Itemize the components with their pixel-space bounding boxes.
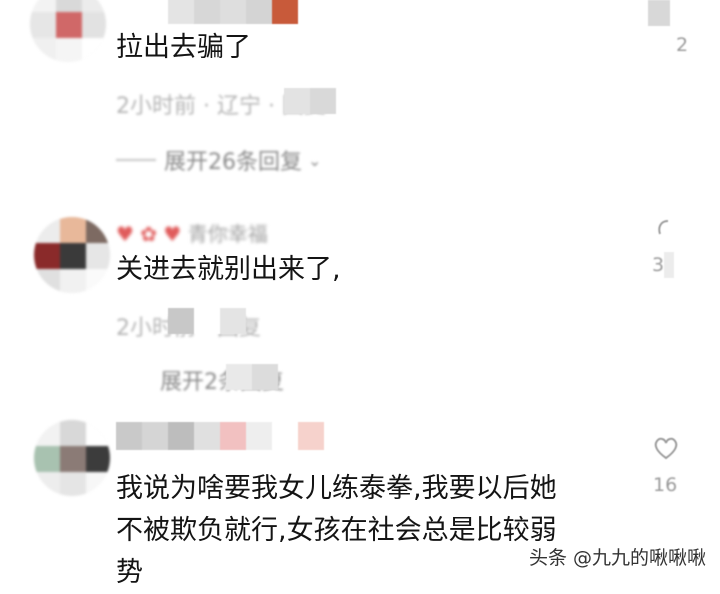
like-count: 16	[653, 474, 678, 496]
nickname-mosaic[interactable]	[168, 0, 298, 24]
expand-mosaic	[226, 364, 278, 390]
avatar[interactable]	[30, 0, 106, 62]
comment-item: ♥ ✿ ♥ 青你幸福 关进去就别出来了, 2小时前 · 回复 展开2条回复 3	[0, 212, 720, 412]
chevron-down-icon: ⌄	[308, 150, 322, 170]
meta-mosaic	[168, 308, 246, 334]
divider-line	[116, 159, 156, 161]
like-icon[interactable]	[652, 434, 680, 462]
nickname[interactable]: ♥ ✿ ♥ 青你幸福	[116, 218, 268, 247]
comment-text: 我说为啥要我女儿练泰拳,我要以后她 不被欺负就行,女孩在社会总是比较弱 势	[116, 473, 557, 588]
expand-replies-button[interactable]: 展开26条回复 ⌄	[116, 144, 321, 176]
nickname-mosaic[interactable]	[116, 422, 324, 450]
like-mosaic	[648, 0, 670, 26]
heart-emoji-icon: ♥ ✿ ♥	[116, 222, 188, 246]
meta-mosaic	[284, 88, 336, 114]
like-mosaic	[664, 252, 674, 278]
like-count: 2	[676, 34, 689, 56]
like-count: 3	[652, 254, 665, 276]
like-icon[interactable]	[652, 218, 674, 244]
comment-item: 拉出去骗了 2小时前 · 辽宁 · 回复 展开26条回复 ⌄ 2	[0, 0, 720, 190]
watermark: 头条 @九九的啾啾啾	[528, 547, 706, 569]
nickname-label: 青你幸福	[187, 222, 268, 246]
comment-text: 关进去就别出来了,	[116, 254, 341, 285]
comment-text: 拉出去骗了	[116, 32, 251, 63]
expand-replies-label: 展开26条回复	[164, 150, 302, 175]
avatar[interactable]	[34, 217, 110, 293]
avatar[interactable]	[34, 420, 110, 496]
